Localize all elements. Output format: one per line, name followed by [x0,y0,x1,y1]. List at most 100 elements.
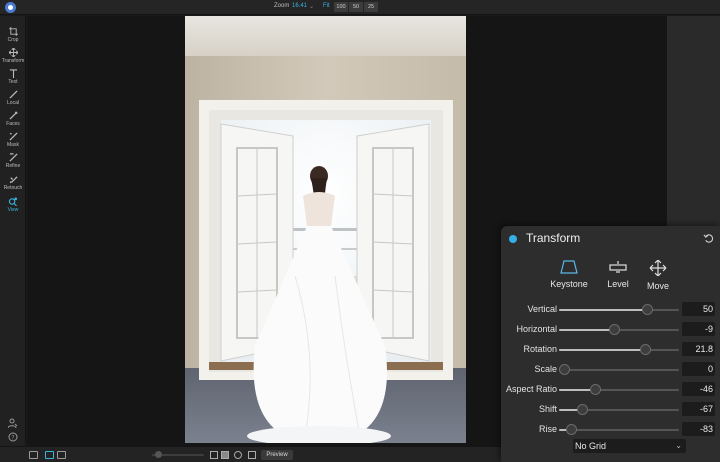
zoom-fit-button[interactable]: Fit [323,3,330,9]
slider-label: Rise [538,424,557,434]
slider-label: Vertical [527,304,557,314]
tool-text[interactable]: Text [0,68,26,89]
app-logo-icon[interactable] [5,2,16,13]
zoom-25-button[interactable]: 25 [364,2,378,12]
panel-title: Transform [526,231,581,245]
keystone-icon [560,260,578,274]
photo-image [185,16,466,443]
tool-faces[interactable]: Faces [0,110,26,131]
move-icon [649,260,667,276]
slider-track[interactable] [559,349,679,351]
slider-track[interactable] [559,429,679,431]
slider-fill [559,349,645,351]
keystone-button[interactable]: Keystone [547,260,591,289]
mode-label: Keystone [550,279,588,289]
tool-label: Refine [5,163,21,169]
slider-knob[interactable] [155,451,162,458]
refine-icon [8,153,18,162]
slider-row-scale: Scale 0 [501,360,720,380]
slider-label: Horizontal [516,324,557,334]
slider-fill [559,309,647,311]
slider-knob[interactable] [642,304,653,315]
tool-crop[interactable]: Crop [0,26,26,47]
slider-label: Rotation [523,344,557,354]
slider-value-field[interactable]: 21.8 [682,342,715,356]
slider-row-vertical: Vertical 50 [501,300,720,320]
zoom-100-button[interactable]: 100 [334,2,348,12]
transform-icon [8,48,18,57]
tool-retouch[interactable]: Retouch [0,174,26,195]
level-button[interactable]: Level [596,260,640,289]
grid-dropdown-value: No Grid [575,441,607,451]
chevron-down-icon: ⌄ [675,441,682,450]
tool-label: Text [8,79,18,85]
slider-value-field[interactable]: -83 [682,422,715,436]
tool-local[interactable]: Local [0,89,26,110]
panel-enabled-indicator[interactable] [509,235,517,243]
crop-icon [8,27,18,36]
slider-knob[interactable] [590,384,601,395]
tool-refine[interactable]: Refine [0,152,26,173]
tool-label: Crop [7,37,19,43]
tool-label: Local [7,100,19,106]
edit-icon[interactable] [248,451,256,459]
preview-button[interactable]: Preview [261,450,293,460]
slider-knob[interactable] [640,344,651,355]
zoom-label: Zoom [274,3,290,9]
help-icon[interactable]: ? [8,432,18,442]
zoom-dropdown-icon[interactable]: ⌄ [309,3,314,10]
slider-fill [559,329,614,331]
zoom-50-button[interactable]: 50 [349,2,363,12]
slider-value-field[interactable]: -67 [682,402,715,416]
monitor-icon[interactable] [29,451,38,459]
slider-value-field[interactable]: 0 [682,362,715,376]
svg-text:?: ? [11,435,14,442]
slider-knob[interactable] [577,404,588,415]
zoom-value[interactable]: 16.41 [292,3,307,9]
retouch-icon [9,176,18,184]
slider-track[interactable] [559,309,679,311]
transform-panel: Transform Keystone Level Move Vertical 50… [501,226,720,462]
compare-view-icon[interactable] [57,451,66,459]
zoom-preset-group: 100 50 25 [334,2,378,12]
tool-label: Mask [7,142,19,148]
mask-overlay-icon[interactable] [234,451,242,459]
slider-value-field[interactable]: -9 [682,322,715,336]
view-icon [8,197,18,206]
tool-label: Faces [6,121,20,127]
slider-row-shift: Shift -67 [501,400,720,420]
single-view-icon[interactable] [45,451,54,459]
photo-preview[interactable] [185,16,466,443]
mode-label: Move [646,281,669,291]
tool-label: Retouch [3,185,23,191]
slider-label: Shift [538,404,557,414]
slider-knob[interactable] [559,364,570,375]
people-icon[interactable] [8,418,18,428]
local-brush-icon [8,90,18,99]
slider-knob[interactable] [566,424,577,435]
slider-value-field[interactable]: -46 [682,382,715,396]
faces-icon [8,111,18,120]
mode-label: Level [607,279,629,289]
slider-label: Scale [534,364,557,374]
slider-row-horizontal: Horizontal -9 [501,320,720,340]
slider-track[interactable] [559,389,679,391]
slider-knob[interactable] [609,324,620,335]
crop-overlay-icon[interactable] [210,451,218,459]
app-window: Zoom 16.41 ⌄ Fit 100 50 25 Crop Transfor… [0,0,720,462]
grid-dropdown[interactable]: No Grid ⌄ [573,439,686,453]
level-icon [609,261,627,273]
slider-track[interactable] [559,369,679,371]
auto-icon[interactable] [221,451,229,459]
slider-label: Aspect Ratio [505,384,557,394]
tool-view[interactable]: View [0,196,26,217]
slider-value-field[interactable]: 50 [682,302,715,316]
top-bar: Zoom 16.41 ⌄ Fit 100 50 25 [0,0,720,15]
text-icon [9,69,17,78]
reset-icon[interactable] [703,233,714,244]
move-button[interactable]: Move [636,260,680,291]
slider-row-aspect-ratio: Aspect Ratio -46 [501,380,720,400]
tool-label: View [7,207,19,213]
tool-mask[interactable]: Mask [0,131,26,152]
tool-transform[interactable]: Transform [0,47,26,68]
